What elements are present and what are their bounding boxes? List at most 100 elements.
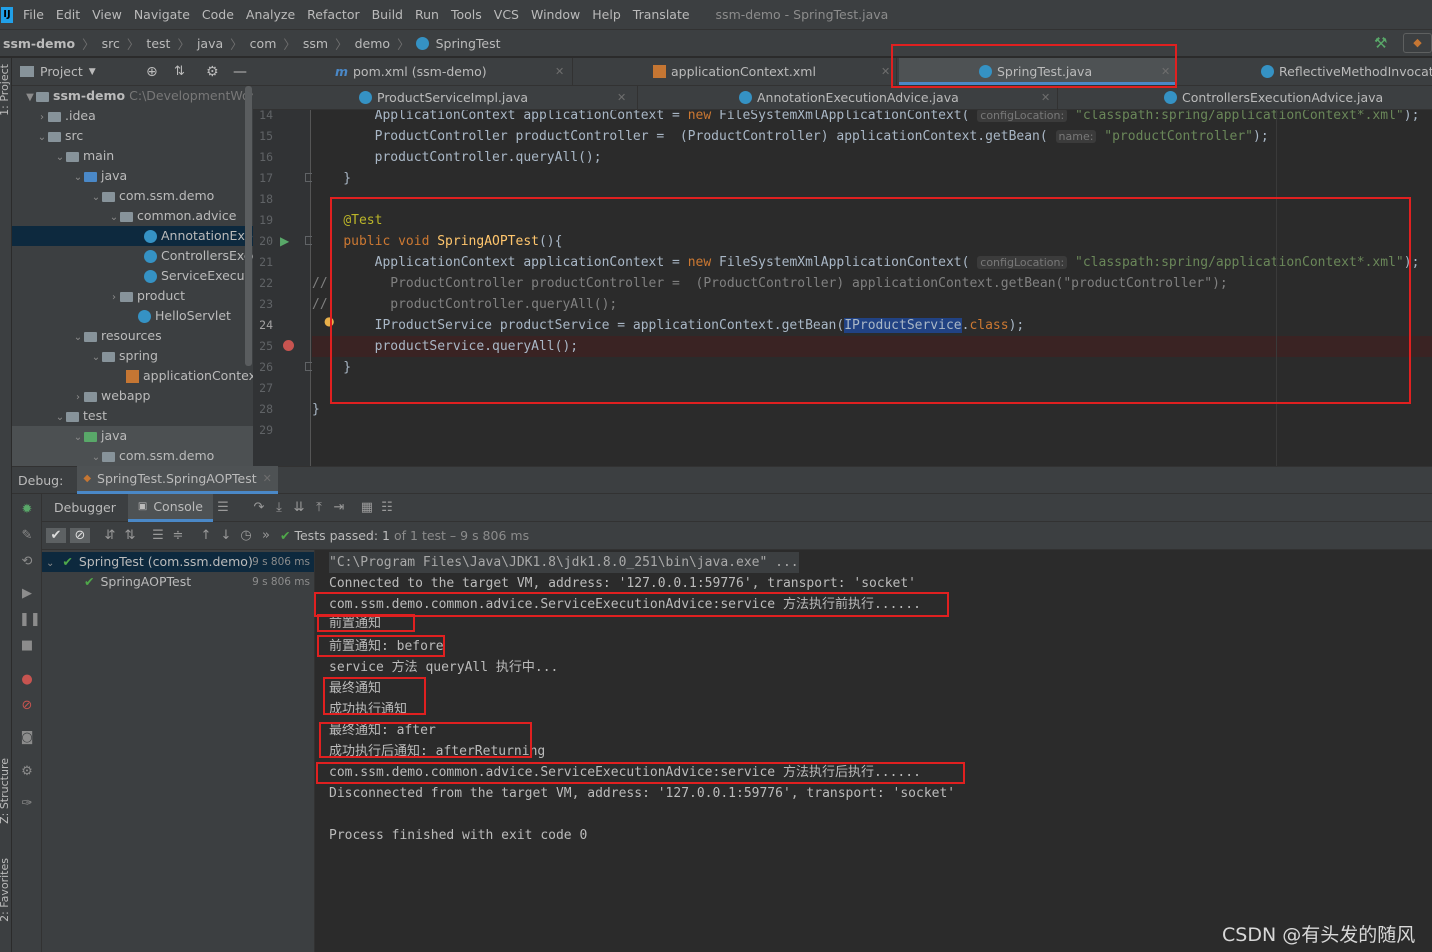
rerun-debug-icon[interactable]: ✹ [19,502,35,518]
menu-vcs[interactable]: VCS [488,7,525,22]
trace-icon[interactable]: ☷ [377,500,397,515]
tree-item-test[interactable]: ⌄ test [12,406,253,426]
step-out-icon[interactable]: ⤒ [309,500,329,515]
tree-item-spring[interactable]: ⌄ spring [12,346,253,366]
tab-application-context[interactable]: applicationContext.xml ✕ [573,58,897,85]
collapse-all-icon[interactable]: ≑ [168,528,188,543]
pin-icon[interactable]: ✑ [19,796,35,812]
show-ignored-icon[interactable]: ⊘ [70,528,90,543]
tree-item-src[interactable]: ⌄ src [12,126,253,146]
next-failed-icon[interactable]: ↓ [216,528,236,543]
close-icon[interactable]: ✕ [263,472,272,485]
step-over-icon[interactable]: ↷ [249,500,269,515]
modify-config-icon[interactable]: ✎ [19,528,35,544]
tree-item-main[interactable]: ⌄ main [12,146,253,166]
tree-item-controllers-exec[interactable]: ControllersExec [12,246,253,266]
close-icon[interactable]: ✕ [881,65,890,78]
sort-alpha-icon[interactable]: ⇵ [100,528,120,543]
code-editor[interactable]: ApplicationContext applicationContext = … [312,110,1432,466]
close-icon[interactable]: ✕ [1041,91,1050,104]
pause-icon[interactable]: ❚❚ [19,612,41,628]
run-to-cursor-icon[interactable]: ⇥ [329,500,349,515]
mute-breakpoints-icon[interactable]: ⊘ [19,698,35,714]
tree-item-ssm-demo[interactable]: ▼ ssm-demo C:\DevelopmentWork [12,86,253,106]
sort-duration-icon[interactable]: ⇅ [120,528,140,543]
tree-item-resources[interactable]: ⌄ resources [12,326,253,346]
tab-spring-test[interactable]: SpringTest.java ✕ [899,58,1177,85]
gear-icon[interactable]: ⚙ [19,764,35,780]
more-icon[interactable]: » [256,528,276,543]
tab-debugger[interactable]: Debugger [42,500,128,515]
favorites-tool-label[interactable]: 2: Favorites [0,858,11,922]
breadcrumb-item[interactable]: java [194,36,226,51]
resume-icon[interactable]: ▶ [19,586,35,602]
run-test-icon[interactable]: ▶ [280,234,289,248]
stop-icon[interactable]: ■ [19,638,35,654]
camera-icon[interactable]: ◙ [19,730,35,746]
menu-edit[interactable]: Edit [50,7,86,22]
menu-translate[interactable]: Translate [627,7,696,22]
tab-controllers-execution-advice[interactable]: ControllersExecutionAdvice.java [1058,86,1432,109]
structure-tool-label[interactable]: Z: Structure [0,758,11,824]
menu-view[interactable]: View [86,7,128,22]
console-output[interactable]: "C:\Program Files\Java\JDK1.8\jdk1.8.0_2… [316,550,1432,952]
tree-item-test-package[interactable]: ⌄ com.ssm.demo [12,446,253,466]
step-into-icon[interactable]: ⤓ [269,500,289,515]
tree-item-hello-servlet[interactable]: HelloServlet [12,306,253,326]
chevron-down-icon[interactable]: ▼ [89,67,96,77]
prev-failed-icon[interactable]: ↑ [196,528,216,543]
menu-refactor[interactable]: Refactor [301,7,365,22]
project-tool-label[interactable]: 1: Project [0,64,11,116]
tree-item-product[interactable]: › product [12,286,253,306]
build-hammer-icon[interactable]: ⚒ [1374,34,1387,52]
tree-item-test-java[interactable]: ⌄ java [12,426,253,446]
test-suite-row[interactable]: ⌄ ✔ SpringTest (com.ssm.demo) 9 s 806 ms [42,552,314,572]
menu-lines-icon[interactable]: ☰ [213,500,233,515]
locate-icon[interactable]: ⊕ [146,64,158,80]
breadcrumb-item[interactable]: test [143,36,173,51]
tab-annotation-execution-advice[interactable]: AnnotationExecutionAdvice.java ✕ [638,86,1058,109]
close-icon[interactable]: ✕ [555,65,564,78]
tree-item-annotation-exec[interactable]: AnnotationExec [12,226,253,246]
tab-console[interactable]: ▣ Console [127,493,213,522]
editor-gutter[interactable]: 14 15 16 17 18 19 20 21 22 23 24 25 26 2… [253,108,313,466]
menu-file[interactable]: File [17,7,50,22]
tree-item-application-context[interactable]: applicationContext [12,366,253,386]
breadcrumb-item[interactable]: demo [352,36,393,51]
breadcrumb-item[interactable]: ssm-demo [0,36,78,51]
tab-pom-xml[interactable]: m pom.xml (ssm-demo) ✕ [253,58,573,85]
menu-window[interactable]: Window [525,7,586,22]
tree-scrollbar[interactable] [245,86,252,366]
gear-icon[interactable]: ⚙ [206,64,219,80]
menu-code[interactable]: Code [196,7,240,22]
menu-tools[interactable]: Tools [445,7,488,22]
breadcrumb-item[interactable]: src [99,36,123,51]
expand-all-icon[interactable]: ☰ [148,528,168,543]
tab-reflective[interactable]: ReflectiveMethodInvocatio [1179,58,1432,85]
tree-item-package[interactable]: ⌄ com.ssm.demo [12,186,253,206]
tree-item-webapp[interactable]: › webapp [12,386,253,406]
minimize-icon[interactable]: — [233,64,247,80]
breadcrumb-item[interactable]: com [247,36,280,51]
tree-item-java[interactable]: ⌄ java [12,166,253,186]
force-step-into-icon[interactable]: ⇊ [289,500,309,515]
breadcrumb-item[interactable]: SpringTest [433,36,504,51]
breadcrumb-item[interactable]: ssm [300,36,331,51]
tree-item-service-exec[interactable]: ServiceExecutio [12,266,253,286]
project-view-selector[interactable]: Project [40,64,83,79]
restore-layout-icon[interactable]: ⟲ [19,554,35,570]
evaluate-icon[interactable]: ▦ [357,500,377,515]
menu-analyze[interactable]: Analyze [240,7,301,22]
menu-run[interactable]: Run [409,7,445,22]
collapse-icon[interactable]: ⇅ [174,64,185,79]
test-case-row[interactable]: ✔ SpringAOPTest 9 s 806 ms [42,572,314,592]
tree-item-idea[interactable]: › .idea [12,106,253,126]
menu-navigate[interactable]: Navigate [128,7,196,22]
lightbulb-icon[interactable]: ● [324,314,334,328]
menu-build[interactable]: Build [366,7,409,22]
close-icon[interactable]: ✕ [1161,65,1170,78]
tab-product-service-impl[interactable]: ProductServiceImpl.java ✕ [253,86,638,109]
menu-help[interactable]: Help [586,7,627,22]
tree-item-common-advice[interactable]: ⌄ common.advice [12,206,253,226]
run-config-icon[interactable]: ◆ [1403,33,1432,53]
